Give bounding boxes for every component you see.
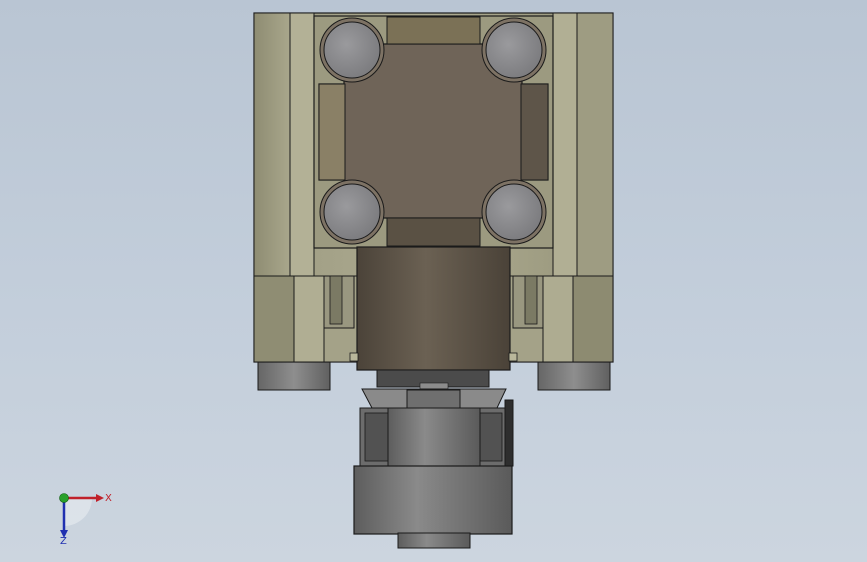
rod-end-fitting[interactable] xyxy=(359,388,514,467)
y-axis-dot xyxy=(59,493,69,503)
bolt-top-right[interactable] xyxy=(481,17,547,83)
part-model[interactable] xyxy=(0,0,867,562)
bolt-bottom-right[interactable] xyxy=(481,179,547,245)
x-axis-label: X xyxy=(105,493,112,504)
axis-triad: X Z xyxy=(59,493,112,547)
left-foot[interactable] xyxy=(257,359,331,391)
rod-housing[interactable] xyxy=(349,246,518,371)
x-axis-arrow xyxy=(96,494,104,502)
right-foot[interactable] xyxy=(537,359,611,391)
rod-nut[interactable] xyxy=(353,465,513,549)
rod-neck[interactable] xyxy=(376,369,490,390)
triad-plane xyxy=(64,498,92,526)
bolt-top-left[interactable] xyxy=(319,17,385,83)
bolt-bottom-left[interactable] xyxy=(319,179,385,245)
z-axis-label: Z xyxy=(60,536,67,547)
cad-viewport[interactable]: X Z xyxy=(0,0,867,562)
